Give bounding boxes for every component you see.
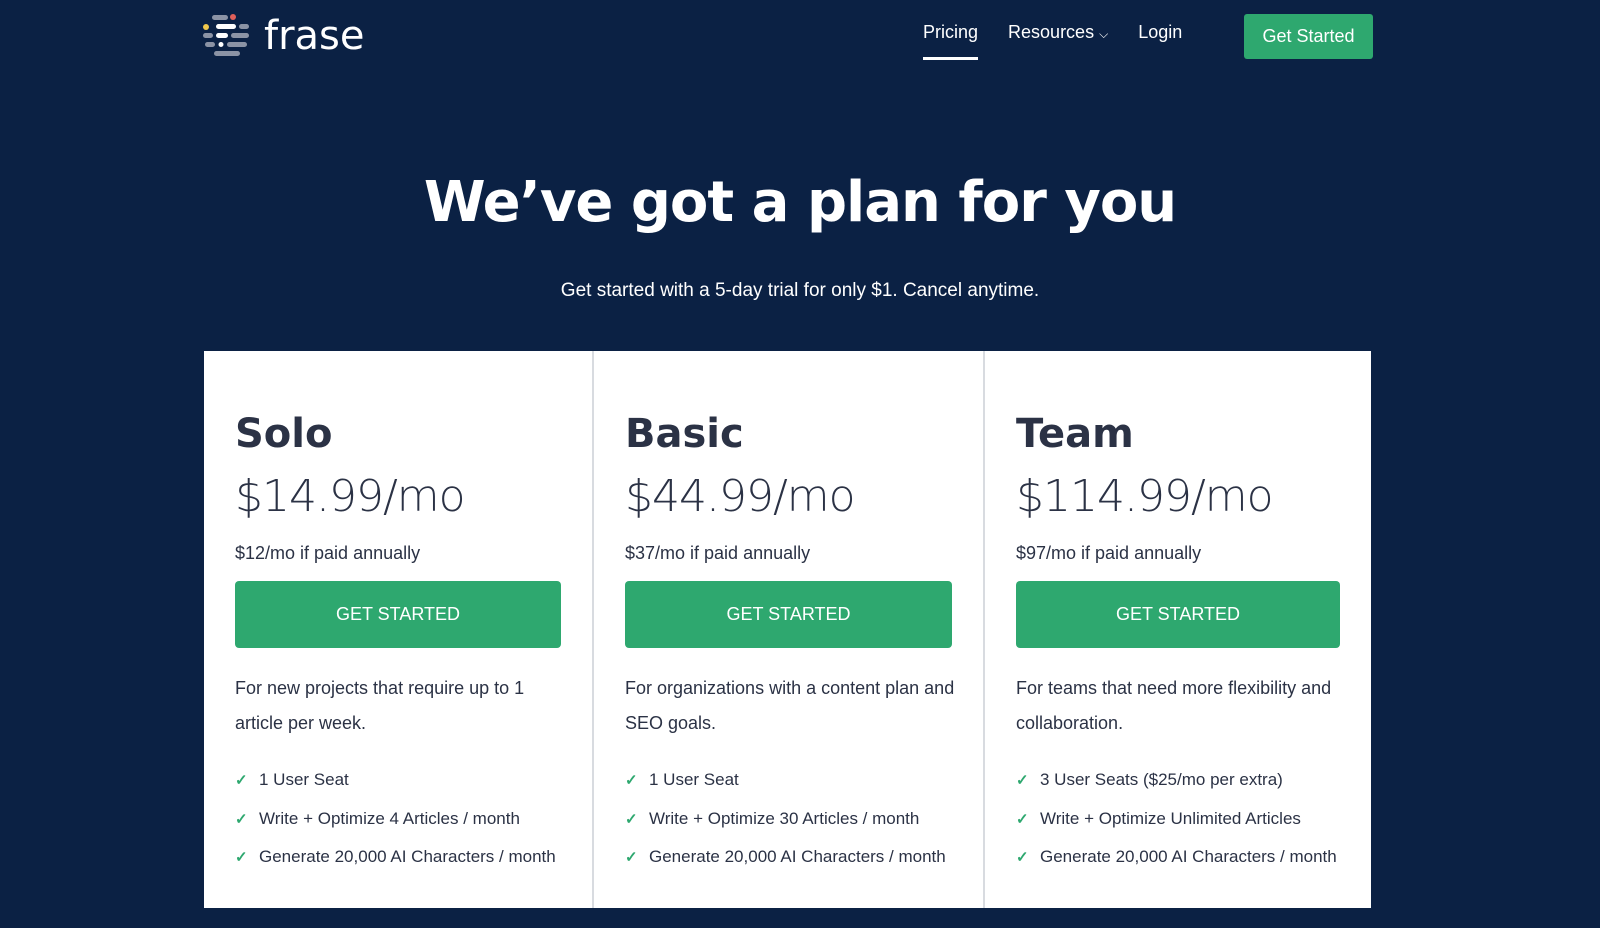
page-title: We’ve got a plan for you: [423, 170, 1177, 235]
plan-card-basic: Basic $44.99/mo $37/mo if paid annually …: [592, 351, 983, 908]
check-icon: ✓: [235, 810, 248, 828]
plan-card-team: Team $114.99/mo $97/mo if paid annually …: [983, 351, 1371, 908]
feature-text: Write + Optimize Unlimited Articles: [1040, 808, 1301, 828]
feature-text: 1 User Seat: [649, 770, 739, 790]
feature-item: ✓ 1 User Seat: [625, 761, 973, 800]
feature-item: ✓ Write + Optimize 4 Articles / month: [235, 800, 582, 839]
get-started-nav-button[interactable]: Get Started: [1244, 14, 1373, 59]
feature-text: Write + Optimize 4 Articles / month: [259, 808, 520, 828]
plan-annual-price: $37/mo if paid annually: [625, 543, 811, 563]
feature-text: 3 User Seats ($25/mo per extra): [1040, 770, 1283, 790]
get-started-solo-button[interactable]: GET STARTED: [235, 581, 561, 648]
plan-price: $114.99/mo: [1016, 471, 1274, 522]
feature-text: Generate 20,000 AI Characters / month: [259, 847, 556, 867]
plan-name: Basic: [625, 411, 744, 457]
plan-description: For new projects that require up to 1 ar…: [235, 678, 525, 733]
feature-text: 1 User Seat: [259, 770, 349, 790]
feature-list: ✓ 3 User Seats ($25/mo per extra) ✓ Write …: [1016, 761, 1361, 877]
check-icon: ✓: [625, 849, 638, 867]
check-icon: ✓: [235, 772, 248, 790]
feature-item: ✓ 1 User Seat: [235, 761, 582, 800]
check-icon: ✓: [1016, 849, 1029, 867]
plan-name: Solo: [235, 411, 333, 457]
plan-price: $14.99/mo: [235, 471, 466, 522]
frase-logo-icon: [203, 14, 249, 56]
feature-item: ✓ Generate 20,000 AI Characters / month: [235, 838, 582, 877]
check-icon: ✓: [625, 810, 638, 828]
nav-login[interactable]: Login: [1138, 22, 1182, 60]
logo-text: frase: [264, 13, 365, 59]
nav-resources[interactable]: Resources ⌵: [1008, 22, 1108, 60]
top-nav: frase Pricing Resources ⌵ Login Get Star…: [0, 0, 1600, 72]
feature-text: Generate 20,000 AI Characters / month: [649, 847, 946, 867]
feature-item: ✓ Generate 20,000 AI Characters / month: [625, 838, 973, 877]
plan-description: For organizations with a content plan an…: [625, 678, 955, 733]
chevron-down-icon: ⌵: [1099, 27, 1109, 41]
plan-description: For teams that need more flexibility and…: [1016, 678, 1332, 733]
plan-annual-price: $12/mo if paid annually: [235, 543, 421, 563]
feature-item: ✓ 3 User Seats ($25/mo per extra): [1016, 761, 1361, 800]
get-started-team-button[interactable]: GET STARTED: [1016, 581, 1340, 648]
pricing-cards: Solo $14.99/mo $12/mo if paid annually G…: [204, 351, 1371, 908]
check-icon: ✓: [625, 772, 638, 790]
get-started-basic-button[interactable]: GET STARTED: [625, 581, 952, 648]
nav-pricing[interactable]: Pricing: [923, 22, 979, 60]
plan-card-solo: Solo $14.99/mo $12/mo if paid annually G…: [204, 351, 592, 908]
check-icon: ✓: [1016, 810, 1029, 828]
feature-item: ✓ Write + Optimize 30 Articles / month: [625, 800, 973, 839]
nav-resources-label: Resources: [1008, 22, 1095, 42]
check-icon: ✓: [1016, 772, 1029, 790]
feature-item: ✓ Generate 20,000 AI Characters / month: [1016, 838, 1361, 877]
feature-list: ✓ 1 User Seat ✓ Write + Optimize 30 Articl…: [625, 761, 973, 877]
plan-name: Team: [1016, 411, 1134, 457]
page-subtitle: Get started with a 5-day trial for only …: [560, 280, 1040, 301]
plan-annual-price: $97/mo if paid annually: [1016, 543, 1202, 563]
feature-item: ✓ Write + Optimize Unlimited Articles: [1016, 800, 1361, 839]
check-icon: ✓: [235, 849, 248, 867]
plan-price: $44.99/mo: [625, 471, 856, 522]
feature-list: ✓ 1 User Seat ✓ Write + Optimize 4 Article…: [235, 761, 582, 877]
feature-text: Generate 20,000 AI Characters / month: [1040, 847, 1337, 867]
logo[interactable]: frase: [202, 12, 365, 60]
feature-text: Write + Optimize 30 Articles / month: [649, 808, 920, 828]
